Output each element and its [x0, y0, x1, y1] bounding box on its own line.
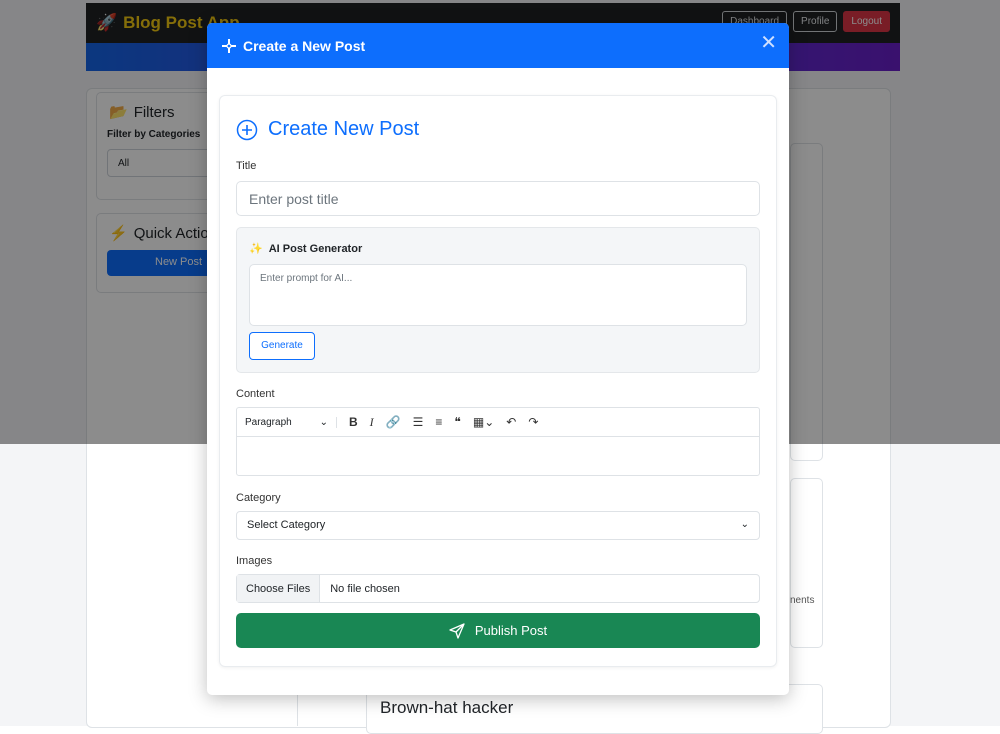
close-icon[interactable]: ✕: [760, 33, 777, 53]
ai-generator-panel: ✨ AI Post Generator Enter prompt for AI.…: [236, 227, 760, 373]
undo-icon[interactable]: ↶: [506, 415, 516, 429]
category-select-value: Select Category: [247, 519, 326, 531]
publish-post-button[interactable]: Publish Post: [236, 613, 760, 648]
post-card: [790, 478, 823, 648]
category-label: Category: [236, 492, 281, 504]
paragraph-dropdown[interactable]: Paragraph ⌄: [245, 416, 337, 428]
bold-icon[interactable]: B: [349, 415, 358, 429]
ai-prompt-textarea[interactable]: Enter prompt for AI...: [249, 264, 747, 326]
numbered-list-icon[interactable]: ≡: [435, 415, 442, 429]
editor-toolbar: Paragraph ⌄ B I 🔗 ☰ ≡ ❝ ▦⌄ ↶ ↷: [237, 408, 759, 437]
plus-circle-icon: [236, 119, 258, 140]
plus-cross-icon: [222, 38, 236, 53]
sparkles-icon: ✨: [249, 243, 263, 255]
post-meta-text: nents: [790, 595, 815, 606]
file-status: No file chosen: [330, 582, 400, 595]
redo-icon[interactable]: ↷: [528, 415, 538, 429]
images-label: Images: [236, 555, 273, 567]
table-icon[interactable]: ▦⌄: [473, 415, 494, 429]
images-file-input[interactable]: Choose Files No file chosen: [236, 574, 760, 603]
chevron-down-icon: ⌄: [319, 416, 328, 428]
paragraph-label: Paragraph: [245, 416, 292, 428]
italic-icon[interactable]: I: [370, 415, 374, 430]
modal-title: Create a New Post: [243, 37, 366, 54]
choose-files-button[interactable]: Choose Files: [237, 575, 321, 602]
editor-body[interactable]: [237, 437, 759, 475]
modal-header: Create a New Post ✕: [207, 23, 789, 68]
chevron-down-icon: ⌄: [740, 519, 749, 530]
form-heading: Create New Post: [236, 118, 419, 141]
post-title[interactable]: Brown-hat hacker: [380, 698, 513, 718]
title-label: Title: [236, 160, 257, 172]
link-icon[interactable]: 🔗: [386, 415, 401, 429]
post-form-card: Create New Post Title Enter post title ✨…: [219, 95, 777, 667]
category-select[interactable]: Select Category ⌄: [236, 511, 760, 540]
title-input[interactable]: Enter post title: [236, 181, 760, 216]
form-heading-text: Create New Post: [268, 118, 420, 140]
ai-generator-title: AI Post Generator: [268, 242, 363, 255]
bullet-list-icon[interactable]: ☰: [413, 415, 424, 429]
content-editor: Paragraph ⌄ B I 🔗 ☰ ≡ ❝ ▦⌄ ↶ ↷: [236, 407, 760, 476]
send-icon: [449, 622, 465, 639]
blockquote-icon[interactable]: ❝: [454, 415, 460, 429]
publish-label: Publish Post: [474, 623, 548, 638]
content-label: Content: [236, 388, 275, 400]
generate-button[interactable]: Generate: [249, 332, 315, 360]
create-post-modal: Create a New Post ✕ Create New Post Titl…: [207, 23, 789, 695]
